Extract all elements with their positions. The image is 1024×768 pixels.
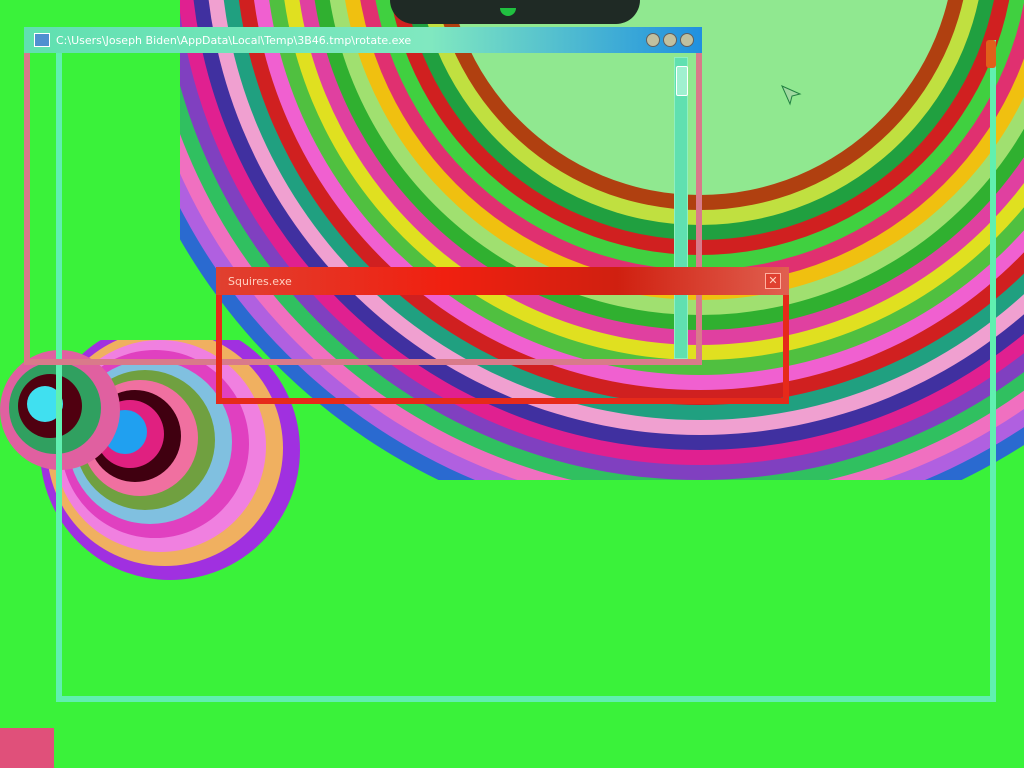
- rotate-title: C:\Users\Joseph Biden\AppData\Local\Temp…: [56, 33, 412, 47]
- squires-title: Squires.exe: [228, 274, 292, 288]
- scrollbar-thumb[interactable]: [676, 66, 688, 96]
- close-icon[interactable]: ✕: [765, 273, 781, 289]
- start-button[interactable]: [0, 728, 54, 768]
- rotate-titlebar[interactable]: C:\Users\Joseph Biden\AppData\Local\Temp…: [24, 27, 702, 53]
- dock-icon[interactable]: [500, 8, 516, 16]
- background-window-scrollbar[interactable]: [986, 40, 996, 68]
- squires-titlebar[interactable]: Squires.exe ✕: [216, 267, 789, 295]
- maximize-icon[interactable]: [663, 33, 677, 47]
- squires-window[interactable]: Squires.exe ✕: [216, 267, 789, 404]
- close-icon[interactable]: [680, 33, 694, 47]
- app-icon: [34, 33, 50, 47]
- mouse-cursor-icon: [781, 85, 802, 106]
- minimize-icon[interactable]: [646, 33, 660, 47]
- desktop: C:\Users\Joseph Biden\AppData\Local\Temp…: [0, 0, 1024, 768]
- top-dock[interactable]: [390, 0, 640, 24]
